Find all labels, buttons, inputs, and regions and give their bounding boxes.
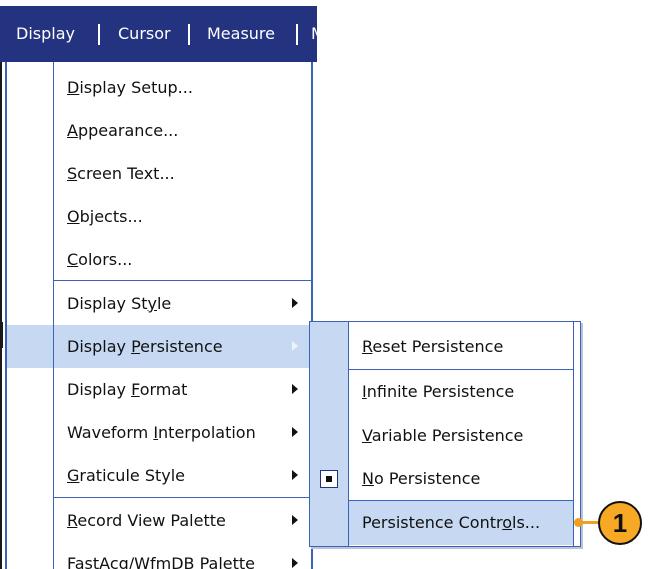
submenu-arrow-icon	[292, 427, 298, 437]
submenu-item-label: Infinite Persistence	[362, 382, 515, 401]
submenu-arrow-icon	[292, 515, 298, 525]
menu-separator	[296, 24, 298, 45]
submenu-right-line	[573, 322, 574, 546]
submenu-item-infinite-persistence[interactable]: Infinite Persistence	[310, 370, 574, 414]
menu-measure[interactable]: Measure	[207, 6, 275, 62]
menu-item-label: Colors...	[67, 250, 133, 269]
callout-number-badge: 1	[598, 501, 642, 545]
menu-cursor[interactable]: Cursor	[118, 6, 171, 62]
menu-item-label: Screen Text...	[67, 164, 175, 183]
menu-item-label: Appearance...	[67, 121, 179, 140]
submenu-arrow-icon	[292, 558, 298, 568]
display-menu: Display Setup... Appearance... Screen Te…	[5, 62, 313, 569]
menu-separator	[98, 24, 100, 45]
menu-display[interactable]: Display	[16, 6, 75, 62]
submenu-item-label: Persistence Controls...	[362, 513, 541, 532]
menu-divider	[53, 280, 311, 281]
submenu-arrow-icon	[292, 470, 298, 480]
menu-separator	[188, 24, 190, 45]
callout-leader-dot	[574, 518, 583, 527]
submenu-item-label: Variable Persistence	[362, 426, 524, 445]
submenu-item-no-persistence[interactable]: No Persistence	[310, 457, 574, 501]
menu-bar: Display Cursor Measure M	[0, 6, 317, 62]
menu-divider	[53, 497, 311, 498]
menu-item-label: FastAcq/WfmDB Palette	[67, 554, 255, 569]
submenu-arrow-icon	[292, 298, 298, 308]
menu-item-label: Display Persistence	[67, 337, 223, 356]
window-edge	[0, 62, 2, 569]
menu-item-label: Waveform Interpolation	[67, 423, 256, 442]
menu-item-label: Objects...	[67, 207, 143, 226]
menu-gutter-line	[53, 62, 54, 569]
menu-item-label: Graticule Style	[67, 466, 186, 485]
selected-indicator-icon	[320, 470, 338, 488]
menu-item-label: Record View Palette	[67, 511, 226, 530]
menu-item-label: Display Setup...	[67, 78, 193, 97]
submenu-item-label: No Persistence	[362, 469, 481, 488]
window-edge-tick	[0, 322, 3, 348]
submenu-item-persistence-controls[interactable]: Persistence Controls...	[310, 501, 574, 545]
submenu-gutter-line	[348, 322, 349, 546]
persistence-submenu: Reset Persistence Infinite Persistence V…	[309, 321, 581, 547]
menu-item-label: Display Format	[67, 380, 188, 399]
submenu-arrow-icon	[292, 341, 298, 351]
submenu-item-label: Reset Persistence	[362, 337, 504, 356]
highlight-gutter	[7, 325, 53, 368]
submenu-arrow-icon	[292, 384, 298, 394]
submenu-item-reset-persistence[interactable]: Reset Persistence	[310, 325, 574, 369]
menu-more[interactable]: M	[311, 6, 317, 62]
submenu-item-variable-persistence[interactable]: Variable Persistence	[310, 414, 574, 458]
menu-item-label: Display Style	[67, 294, 172, 313]
